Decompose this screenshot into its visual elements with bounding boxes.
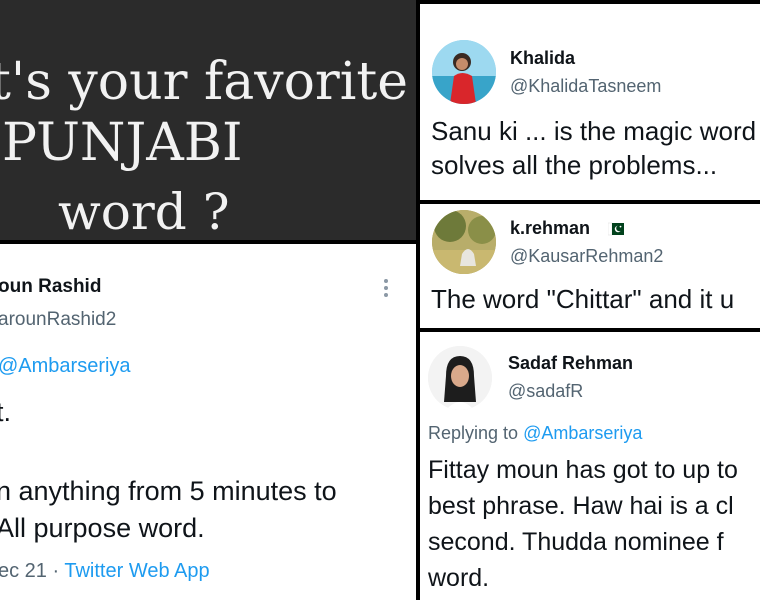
tweet-author-name[interactable]: k.rehman [510, 218, 590, 239]
title-line-3: word ? [58, 183, 230, 240]
tweet-khalida[interactable]: Khalida @KhalidaTasneem Sanu ki ... is t… [420, 4, 760, 200]
tweet-text-line-1: The word "Chittar" and it u [431, 284, 735, 314]
tweet-author-name[interactable]: Sadaf Rehman [508, 353, 633, 374]
pakistan-flag-icon [607, 222, 624, 236]
tweet-text-line-2: solves all the problems... [431, 150, 718, 180]
title-card: t's your favorite PUNJABI word ? [0, 0, 416, 240]
tweet-text-line-1: t. [0, 397, 12, 427]
tweet-text-line-3: All purpose word. [0, 513, 205, 543]
tweet-author-handle[interactable]: @sadafR [508, 381, 583, 402]
tweet-text-line-4: word. [428, 564, 490, 592]
title-line-2: PUNJABI [2, 113, 243, 173]
tweet-text-line-1: Fittay moun has got to up to [428, 456, 738, 484]
tweet-text-line-3: second. Thudda nominee f [428, 528, 724, 556]
tweet-author-handle[interactable]: arounRashid2 [0, 309, 116, 331]
tweet-meta: ec 21 · Twitter Web App [0, 560, 210, 583]
replying-to: Replying to @Ambarseriya [428, 423, 642, 444]
tweet-kausar[interactable]: k.rehman @KausarRehman2 The word "Chitta… [420, 204, 760, 328]
tweet-haroun[interactable]: oun Rashid arounRashid2 @Ambarseriya t. … [0, 244, 416, 600]
tweet-text-line-1: Sanu ki ... is the magic word [431, 116, 757, 146]
tweet-author-name[interactable]: Khalida [510, 48, 575, 69]
avatar[interactable] [432, 40, 496, 104]
avatar[interactable] [428, 346, 492, 410]
more-vertical-icon[interactable] [383, 277, 389, 299]
title-line-1: t's your favorite [0, 52, 409, 112]
tweet-sadaf[interactable]: Sadaf Rehman @sadafR Replying to @Ambars… [420, 332, 760, 600]
meta-separator: · [52, 560, 60, 582]
avatar[interactable] [432, 210, 496, 274]
tweet-date[interactable]: ec 21 [0, 560, 47, 582]
tweet-source-link[interactable]: Twitter Web App [64, 560, 209, 582]
reply-mention-link[interactable]: @Ambarseriya [523, 423, 642, 443]
reply-mention-link[interactable]: @Ambarseriya [0, 355, 131, 378]
tweet-text-line-2: n anything from 5 minutes to [0, 476, 337, 506]
tweet-text-line-2: best phrase. Haw hai is a cl [428, 492, 734, 520]
replying-label: Replying to [428, 423, 519, 443]
tweet-author-handle[interactable]: @KausarRehman2 [510, 246, 663, 267]
tweet-author-handle[interactable]: @KhalidaTasneem [510, 76, 661, 97]
tweet-author-name[interactable]: oun Rashid [0, 276, 101, 298]
